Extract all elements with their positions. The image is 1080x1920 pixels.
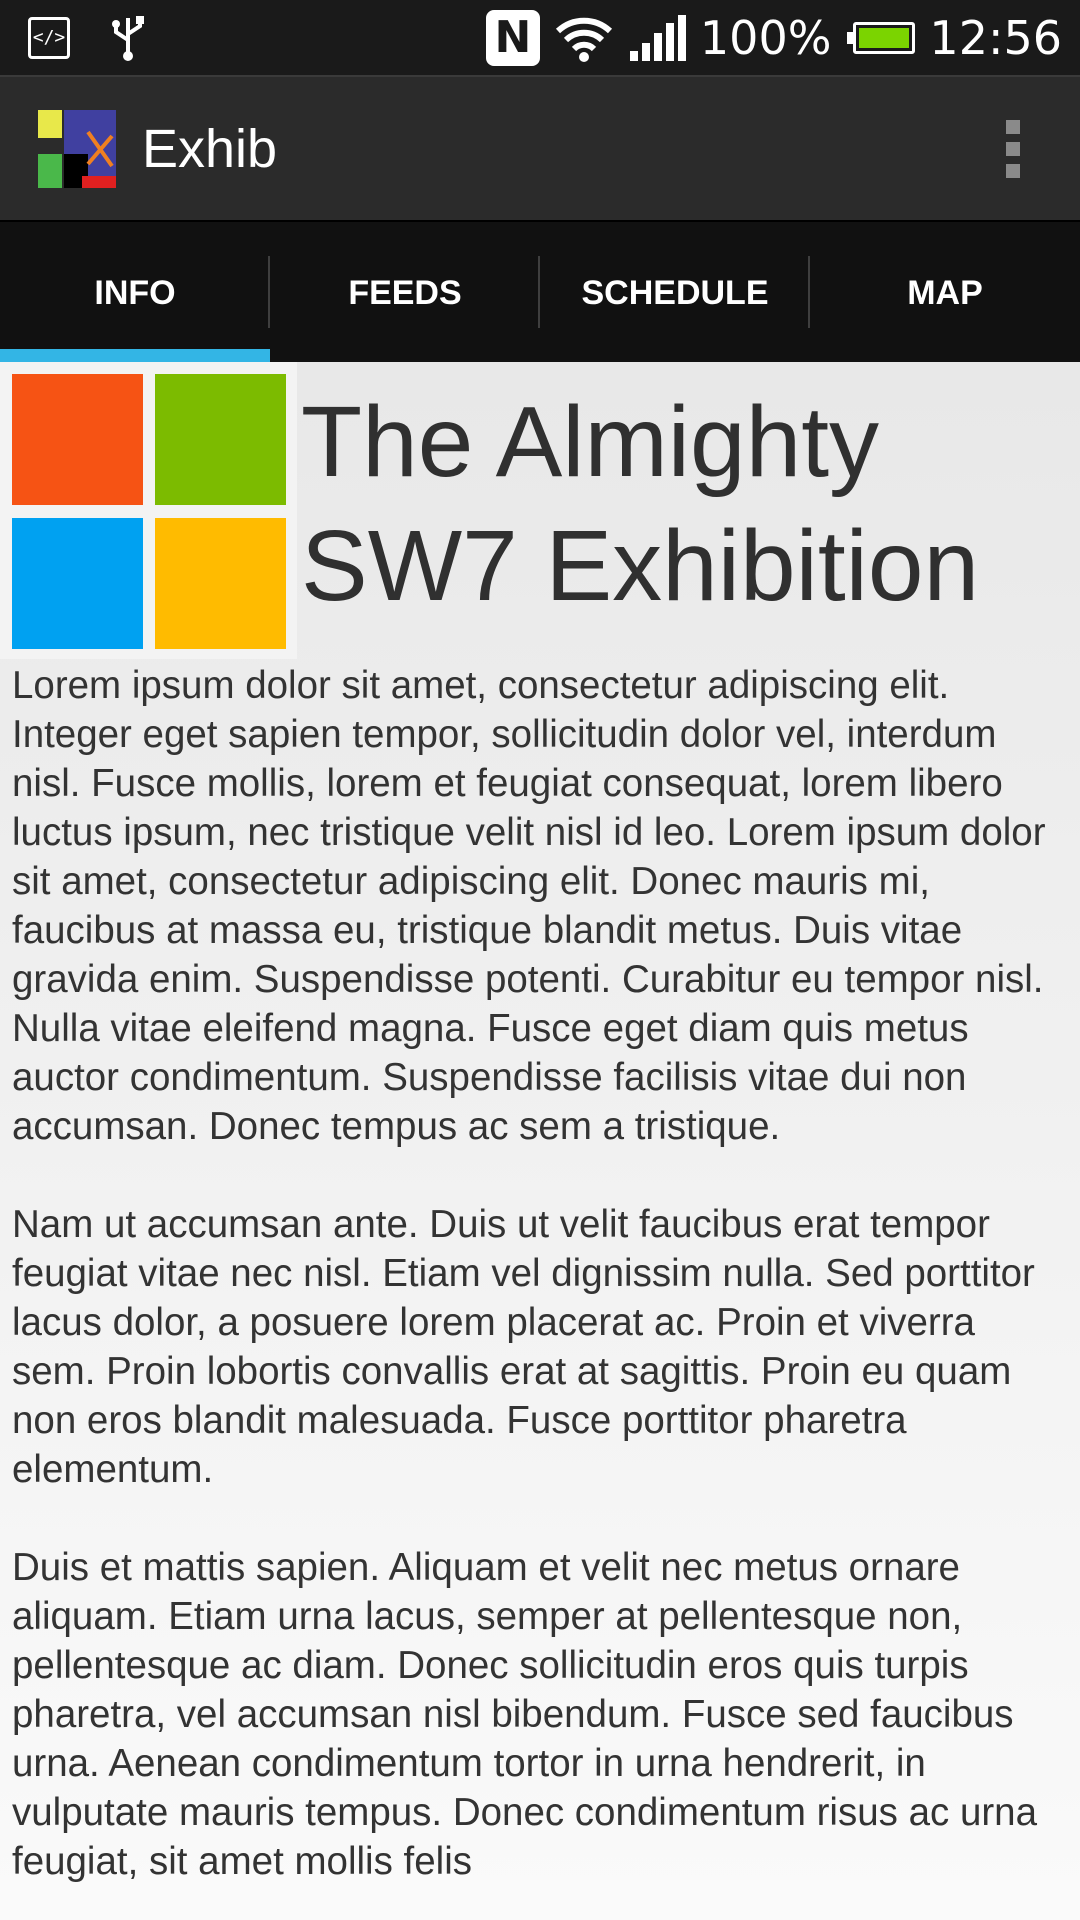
tab-info[interactable]: INFO	[0, 222, 270, 364]
battery-icon	[847, 21, 916, 54]
logo-square-green	[155, 374, 286, 505]
tab-map[interactable]: MAP	[810, 222, 1080, 364]
app-logo-icon[interactable]	[38, 109, 116, 188]
description: Lorem ipsum dolor sit amet, consectetur …	[0, 661, 1080, 1886]
status-right-icons: N 100% 12:56	[485, 9, 1062, 66]
signal-icon	[629, 14, 686, 61]
tab-label: INFO	[94, 273, 176, 312]
tab-schedule[interactable]: SCHEDULE	[540, 222, 810, 364]
tab-label: FEEDS	[348, 273, 462, 312]
action-bar: Exhib	[0, 75, 1080, 220]
tab-feeds[interactable]: FEEDS	[270, 222, 540, 364]
page-title: The Almighty SW7 Exhibition	[301, 386, 980, 622]
logo-square-orange	[12, 374, 143, 505]
usb-icon	[112, 15, 144, 61]
status-bar: </> N 100% 12:56	[0, 0, 1080, 75]
developer-icon: </>	[28, 16, 70, 59]
info-content[interactable]: The Almighty SW7 Exhibition Lorem ipsum …	[0, 362, 1080, 1920]
battery-percent: 100%	[699, 10, 832, 65]
wifi-icon	[555, 17, 612, 62]
status-left-icons: </>	[28, 14, 148, 62]
overflow-menu-icon[interactable]	[1006, 119, 1020, 178]
app-title: Exhib	[142, 118, 278, 179]
logo-square-yellow	[155, 518, 286, 649]
paragraph: Duis et mattis sapien. Aliquam et velit …	[12, 1546, 1038, 1883]
logo-square-blue	[12, 518, 143, 649]
tab-label: SCHEDULE	[581, 273, 769, 312]
clock: 12:56	[929, 10, 1062, 65]
tab-label: MAP	[907, 273, 983, 312]
tab-bar: INFO FEEDS SCHEDULE MAP	[0, 220, 1080, 364]
exhibition-logo	[0, 362, 297, 659]
exhibition-header: The Almighty SW7 Exhibition	[0, 362, 1080, 659]
nfc-icon: N	[485, 9, 540, 66]
battery-level	[859, 27, 910, 48]
paragraph: Lorem ipsum dolor sit amet, consectetur …	[12, 664, 1046, 1148]
paragraph: Nam ut accumsan ante. Duis ut velit fauc…	[12, 1203, 1035, 1491]
